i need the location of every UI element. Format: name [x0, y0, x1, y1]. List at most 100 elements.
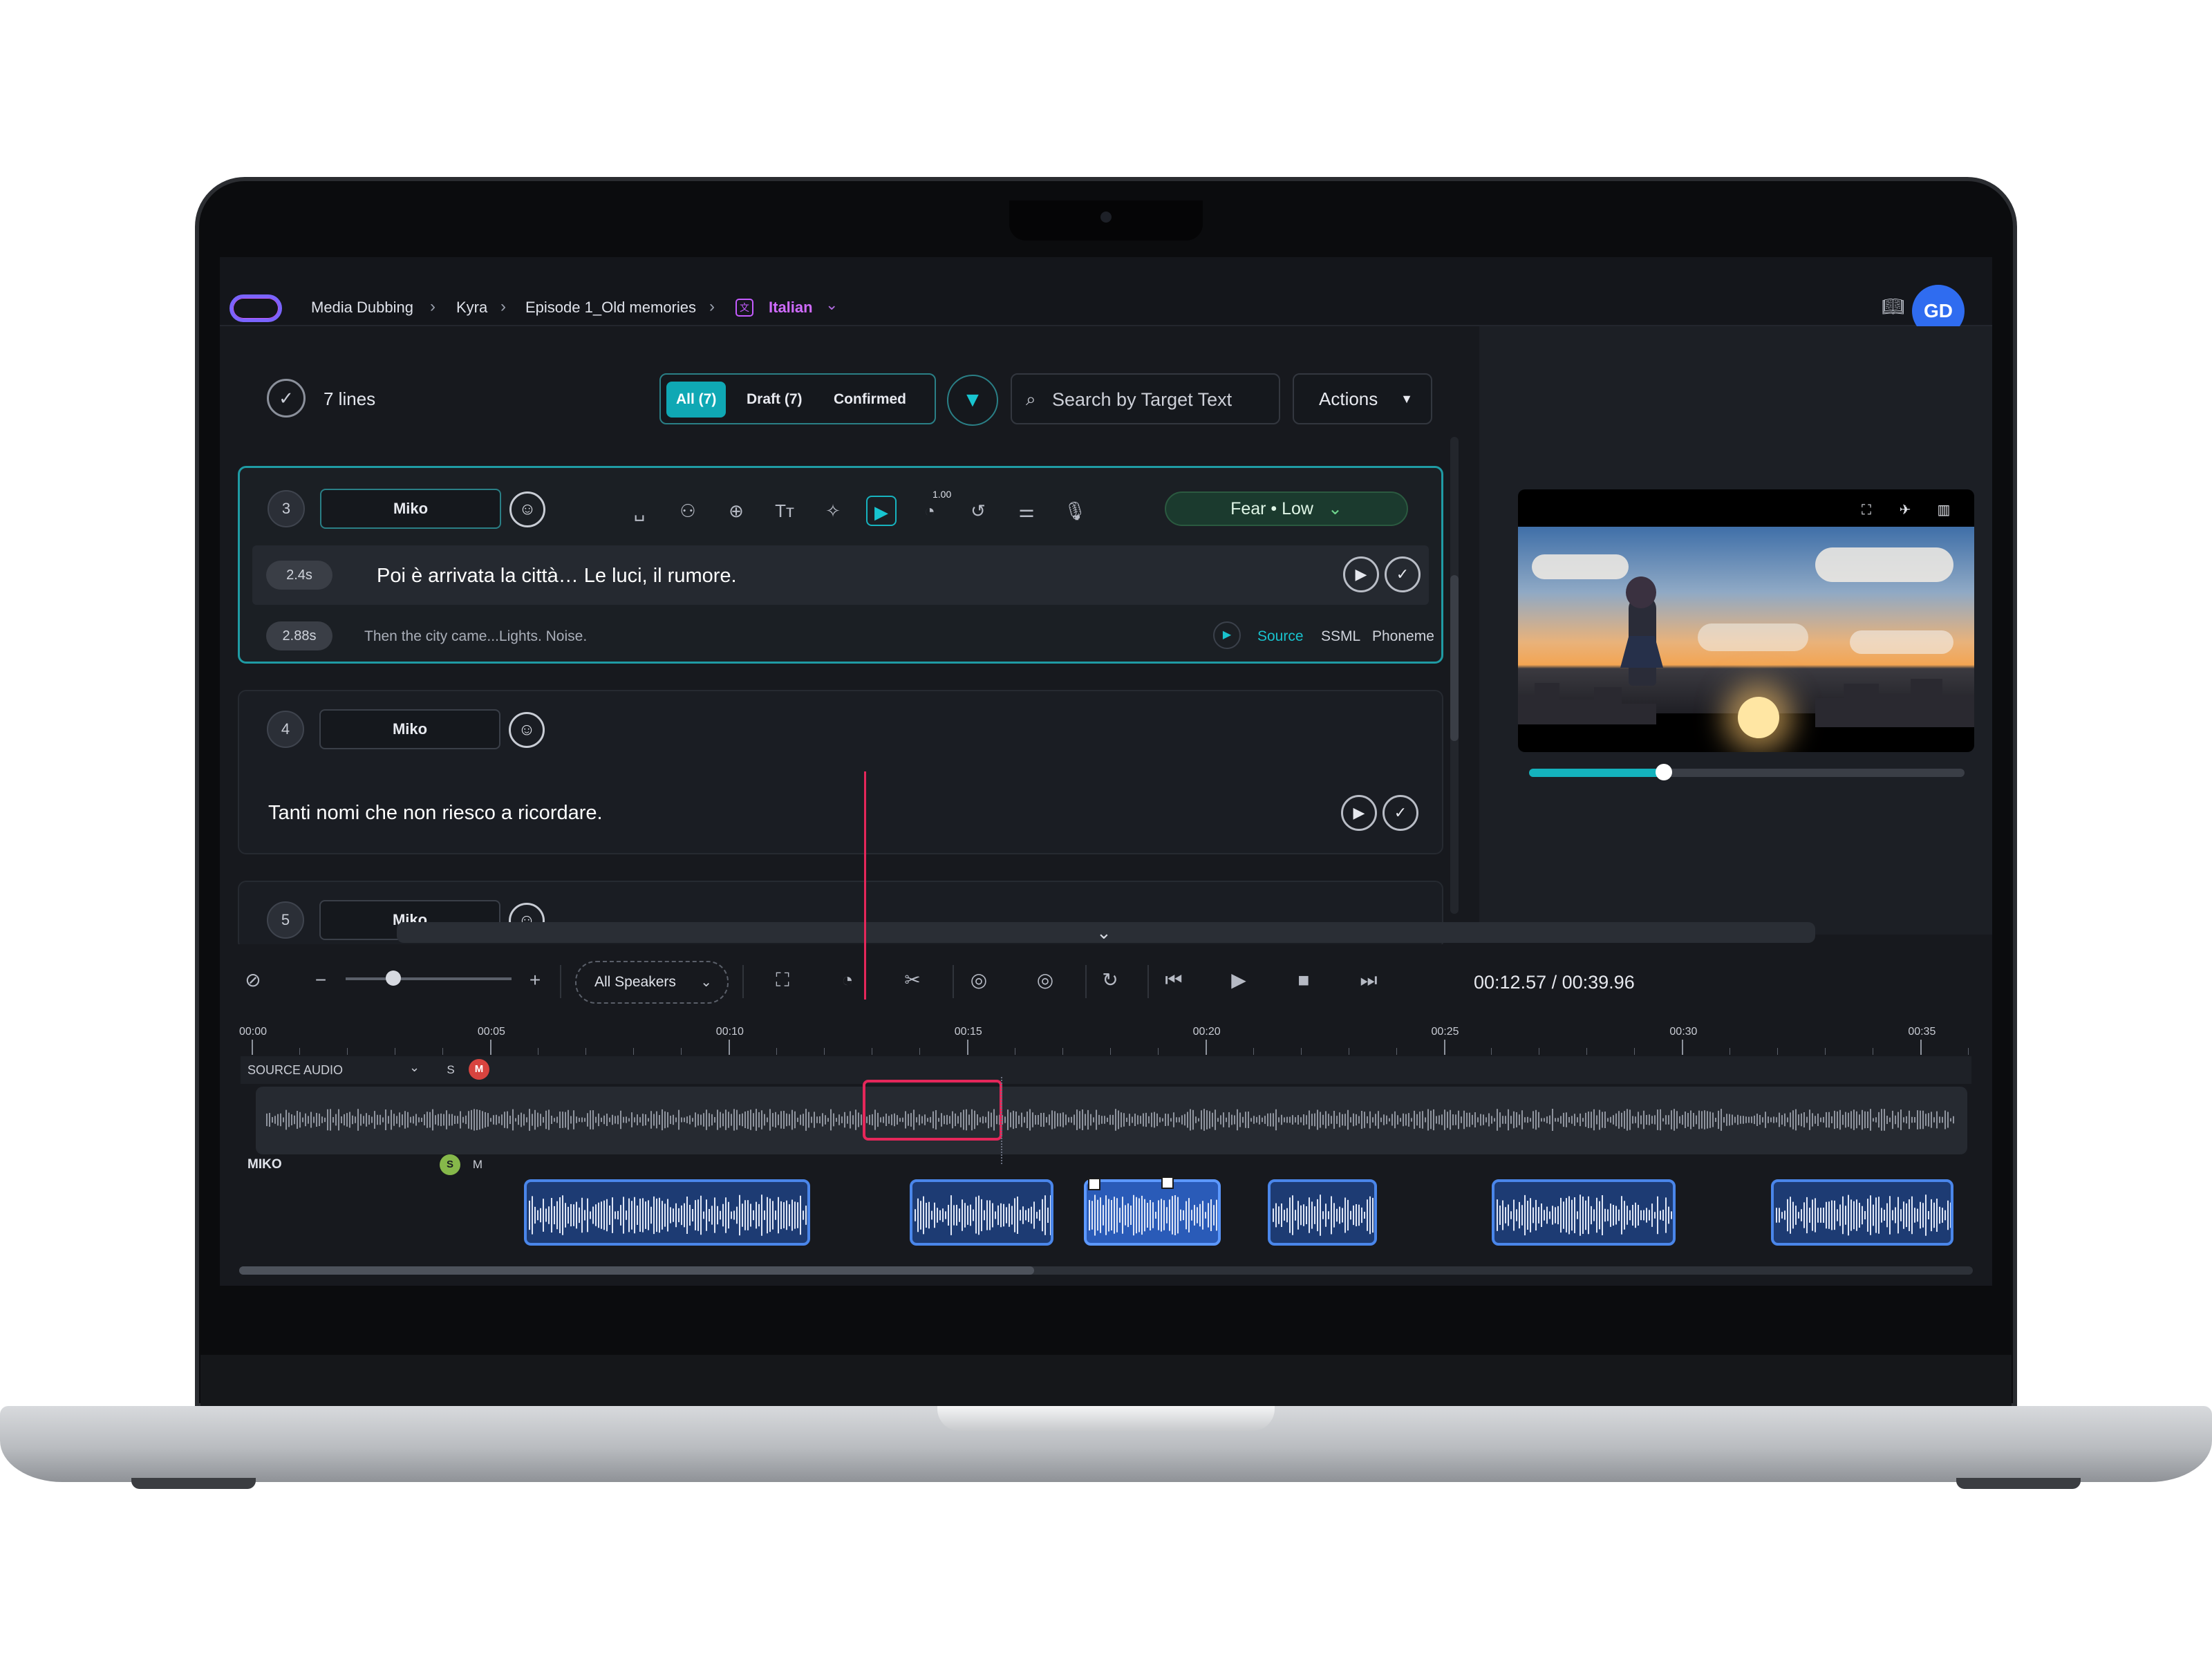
- stop-icon[interactable]: ■: [1288, 965, 1319, 995]
- breadcrumb-chevron-icon: ›: [430, 297, 435, 316]
- breadcrumb-chevron-icon: ›: [709, 297, 715, 316]
- source-text: Then the city came...Lights. Noise.: [364, 628, 588, 644]
- globe-icon[interactable]: ⊕: [721, 496, 751, 526]
- audio-clip[interactable]: [910, 1179, 1053, 1246]
- speaker-solo-button[interactable]: S: [440, 1154, 460, 1175]
- zoom-in-icon[interactable]: +: [520, 965, 550, 995]
- breadcrumb-item-project[interactable]: Kyra: [456, 299, 487, 317]
- tab-all[interactable]: All (7): [666, 382, 727, 418]
- voice-settings-icon[interactable]: ☺: [509, 712, 545, 748]
- playhead[interactable]: [864, 771, 866, 1000]
- history-icon[interactable]: ↺: [963, 496, 993, 526]
- speed-icon[interactable]: ◔: [915, 496, 945, 526]
- book-icon[interactable]: 📖︎: [1882, 296, 1905, 317]
- pin-icon[interactable]: ✈: [1895, 500, 1915, 520]
- skip-back-icon[interactable]: ⏮: [1159, 965, 1189, 995]
- clip-trim-handle-left[interactable]: [1088, 1178, 1100, 1190]
- space-icon[interactable]: ␣: [624, 496, 655, 526]
- target-text-row[interactable]: 2.4s Poi è arrivata la città… Le luci, i…: [252, 545, 1429, 605]
- speed-value: 1.00: [932, 489, 952, 500]
- tick-minor: [1825, 1048, 1826, 1055]
- language-selector[interactable]: Italian: [769, 299, 813, 317]
- phoneme-option[interactable]: Phoneme: [1372, 628, 1434, 645]
- line-number: 5: [267, 901, 304, 939]
- speaker-selector[interactable]: Miko: [320, 489, 501, 529]
- confirm-button[interactable]: ✓: [1382, 795, 1418, 831]
- actions-button[interactable]: Actions ▼: [1293, 373, 1432, 424]
- video-progress-bar[interactable]: [1529, 764, 1965, 780]
- tick-minor: [680, 1048, 682, 1055]
- timeline-scrollbar-thumb[interactable]: [239, 1266, 1034, 1275]
- breadcrumb-item-media-dubbing[interactable]: Media Dubbing: [311, 299, 413, 317]
- line-card-3[interactable]: 3 Miko ☺ ␣ ⚇ ⊕ Tт ✧ ▶ ◔ 1.00 ↺ ⚌ 🎙︎ Fear…: [238, 466, 1443, 664]
- magic-wand-icon[interactable]: ✧: [818, 496, 848, 526]
- app-screen: Media Dubbing › Kyra › Episode 1_Old mem…: [220, 257, 1992, 1286]
- merge-left-icon[interactable]: ◎: [964, 965, 994, 995]
- play-button[interactable]: ▶: [1341, 795, 1377, 831]
- fullscreen-icon[interactable]: ⛶: [1857, 500, 1876, 520]
- tick-minor: [1157, 1048, 1159, 1055]
- source-mute-button[interactable]: M: [469, 1059, 489, 1080]
- app-logo[interactable]: [229, 294, 282, 322]
- filter-icon[interactable]: ▼: [947, 375, 998, 426]
- video-preview[interactable]: ⛶ ✈ ▥: [1518, 489, 1974, 752]
- emotion-selector[interactable]: Fear • Low ⌄: [1165, 491, 1408, 526]
- audio-clip[interactable]: [1492, 1179, 1676, 1246]
- audio-clip[interactable]: [524, 1179, 810, 1246]
- source-waveform[interactable]: [256, 1087, 1967, 1154]
- scissors-icon[interactable]: ✂: [897, 965, 928, 995]
- sliders-icon[interactable]: ⚌: [1011, 496, 1042, 526]
- text-size-icon[interactable]: Tт: [769, 496, 800, 526]
- zoom-out-icon[interactable]: −: [306, 965, 336, 995]
- play-button[interactable]: ▶: [1343, 556, 1379, 592]
- speaker-track-header: MIKO S M: [241, 1149, 1971, 1179]
- lines-count: 7 lines: [324, 388, 376, 409]
- fit-view-icon[interactable]: ⛶: [767, 965, 798, 995]
- speaker-swap-icon[interactable]: ⚇: [673, 496, 703, 526]
- confirm-button[interactable]: ✓: [1385, 556, 1421, 592]
- selected-region[interactable]: [863, 1080, 1002, 1141]
- chevron-down-icon[interactable]: ⌄: [409, 1060, 420, 1075]
- zoom-slider-handle[interactable]: [386, 971, 401, 986]
- source-play-icon[interactable]: ▶: [1213, 621, 1241, 649]
- audio-clip-selected[interactable]: [1084, 1179, 1221, 1246]
- hide-icon[interactable]: ⊘: [238, 965, 268, 995]
- audio-clip[interactable]: [1771, 1179, 1953, 1246]
- play-icon[interactable]: ▶: [1224, 965, 1254, 995]
- loop-icon[interactable]: ↻: [1095, 965, 1125, 995]
- voice-settings-icon[interactable]: ☺: [509, 491, 545, 527]
- layout-icon[interactable]: ▥: [1934, 500, 1953, 520]
- speed-icon[interactable]: ◔: [832, 965, 863, 995]
- merge-right-icon[interactable]: ◎: [1030, 965, 1060, 995]
- speaker-filter-dropdown[interactable]: All Speakers ⌄: [575, 961, 729, 1004]
- zoom-slider[interactable]: [346, 977, 512, 980]
- time-ruler[interactable]: 00:00 00:05 00:10 00:15 00:20 00:25 00:30 00:35: [239, 1026, 1971, 1056]
- panel-resize-bar[interactable]: ⌄: [397, 922, 1815, 943]
- search-input[interactable]: [1052, 384, 1273, 415]
- microphone-icon[interactable]: 🎙︎: [1060, 496, 1090, 526]
- clip-trim-handle-right[interactable]: [1161, 1177, 1174, 1189]
- speaker-filter-label: All Speakers: [594, 974, 676, 990]
- speaker-selector[interactable]: Miko: [319, 709, 500, 749]
- line-card-4[interactable]: 4 Miko ☺ Tanti nomi che non riesco a ric…: [238, 690, 1443, 854]
- target-text[interactable]: Tanti nomi che non riesco a ricordare.: [268, 802, 603, 825]
- select-all-checkbox[interactable]: ✓: [267, 379, 306, 418]
- tick-minor: [823, 1048, 825, 1055]
- breadcrumb-item-episode[interactable]: Episode 1_Old memories: [525, 299, 696, 317]
- source-option[interactable]: Source: [1257, 628, 1304, 645]
- source-duration-badge: 2.88s: [266, 621, 332, 650]
- list-scrollbar-thumb[interactable]: [1450, 575, 1459, 741]
- ssml-option[interactable]: SSML: [1321, 628, 1360, 645]
- audio-clip[interactable]: [1268, 1179, 1377, 1246]
- tick-major: [728, 1040, 730, 1055]
- speaker-mute-button[interactable]: M: [469, 1156, 487, 1174]
- tab-confirmed[interactable]: Confirmed: [824, 382, 916, 418]
- skip-forward-icon[interactable]: ⏭: [1353, 965, 1384, 995]
- chevron-down-icon[interactable]: ⌄: [825, 296, 838, 314]
- chevron-down-icon[interactable]: ⌄: [1096, 922, 1112, 943]
- source-solo-button[interactable]: S: [442, 1062, 459, 1078]
- tick-minor: [585, 1048, 586, 1055]
- target-text[interactable]: Poi è arrivata la città… Le luci, il rum…: [377, 565, 737, 588]
- tab-draft[interactable]: Draft (7): [737, 382, 812, 418]
- video-sync-icon[interactable]: ▶: [866, 496, 897, 526]
